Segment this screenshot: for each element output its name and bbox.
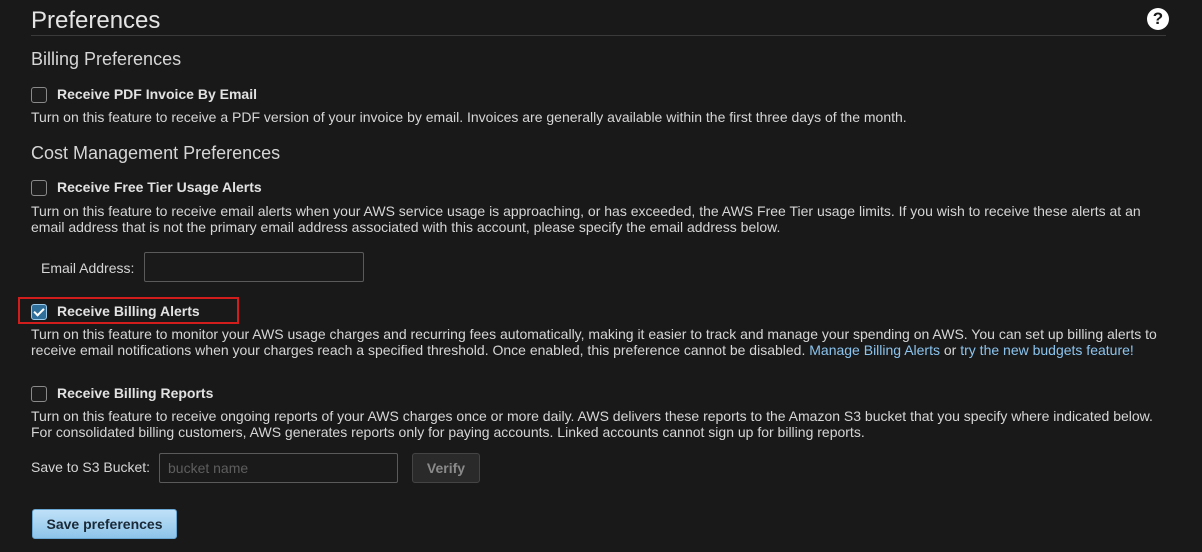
- title-row: Preferences ?: [31, 4, 1169, 36]
- save-preferences-button[interactable]: Save preferences: [32, 509, 177, 539]
- pdf-invoice-checkbox[interactable]: [31, 87, 47, 103]
- free-tier-label[interactable]: Receive Free Tier Usage Alerts: [57, 179, 262, 195]
- free-tier-checkbox[interactable]: [31, 180, 47, 196]
- billing-reports-description: Turn on this feature to receive ongoing …: [31, 408, 1153, 440]
- s3-bucket-label: Save to S3 Bucket:: [31, 459, 151, 475]
- pdf-invoice-description: Turn on this feature to receive a PDF ve…: [31, 109, 907, 125]
- manage-billing-alerts-link[interactable]: Manage Billing Alerts: [809, 342, 940, 358]
- page-title: Preferences: [31, 7, 161, 34]
- budgets-feature-link[interactable]: try the new budgets feature!: [960, 342, 1134, 358]
- billing-alerts-description: Turn on this feature to monitor your AWS…: [31, 326, 1166, 358]
- free-tier-description: Turn on this feature to receive email al…: [31, 203, 1141, 235]
- verify-button[interactable]: Verify: [412, 453, 480, 483]
- s3-bucket-input[interactable]: [159, 453, 398, 483]
- billing-reports-label[interactable]: Receive Billing Reports: [57, 385, 213, 401]
- email-address-input[interactable]: [144, 252, 364, 282]
- pdf-invoice-label[interactable]: Receive PDF Invoice By Email: [57, 86, 257, 102]
- cost-management-heading: Cost Management Preferences: [31, 143, 281, 163]
- billing-alerts-highlight: [18, 297, 239, 324]
- email-address-label: Email Address:: [41, 260, 135, 276]
- or-text: or: [943, 342, 957, 358]
- help-icon[interactable]: ?: [1147, 8, 1169, 30]
- billing-reports-checkbox[interactable]: [31, 386, 47, 402]
- billing-preferences-heading: Billing Preferences: [31, 49, 182, 69]
